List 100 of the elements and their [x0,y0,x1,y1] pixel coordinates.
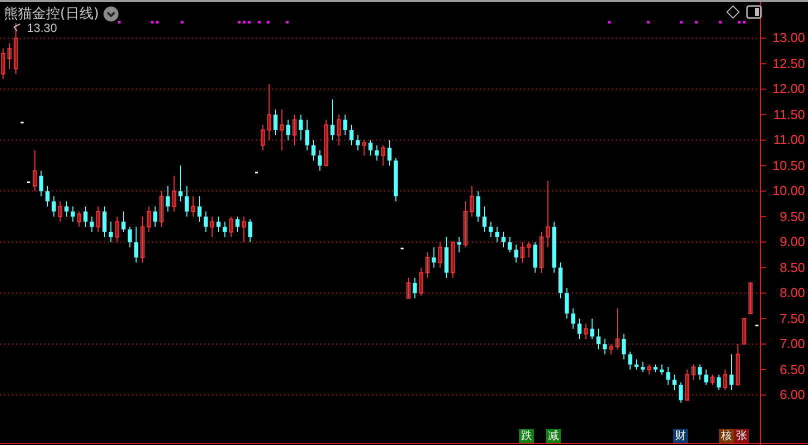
axis-price-label: 13.00 [771,31,805,46]
diamond-icon[interactable] [726,5,740,19]
candle [692,364,696,380]
axis-price-label: 8.50 [778,260,805,275]
candle [286,119,290,141]
axis-price-label: 9.50 [778,210,805,224]
candle [318,150,322,172]
candle [198,196,202,222]
candle [184,186,189,218]
panel-toggle-icon[interactable] [746,5,762,19]
candle [564,288,569,320]
candle [476,190,480,222]
dropdown-icon[interactable] [102,6,119,22]
candle [444,236,448,278]
candle [578,318,582,340]
candle [274,109,278,136]
candle [14,22,18,74]
candle [350,124,354,146]
candle [374,144,379,162]
candle [634,358,638,370]
axis-price-label: 10.00 [771,184,805,198]
candle [520,242,524,264]
candle [172,175,176,212]
candle [96,206,100,232]
candle [730,354,734,390]
candle [666,366,670,386]
candle [596,328,600,350]
candle [609,344,614,355]
candle [368,140,372,156]
candle [502,231,506,248]
candle [90,216,94,232]
candle [672,374,676,390]
candle [616,308,620,350]
candle [362,140,366,156]
candle [134,226,138,264]
candle [330,98,334,141]
candle [280,109,284,151]
candle [685,369,690,401]
candle [495,226,500,243]
chart-title: 熊猫金控(日线) [4,5,99,23]
candle [748,282,752,314]
candle [160,190,164,228]
candle [450,242,455,278]
candle [52,196,56,218]
candle [660,364,664,376]
candle [470,186,474,218]
axis-price-label: 7.50 [778,312,805,326]
candle [210,216,214,238]
event-badge[interactable]: 跌 [519,429,534,443]
candle [267,84,272,141]
candle [622,333,626,360]
event-badge[interactable]: 张 [734,429,749,443]
candle [229,216,234,238]
candle [457,236,462,253]
candle [343,114,348,136]
axis-price-label: 9.00 [778,235,805,250]
candle [312,140,316,162]
candle [39,170,44,197]
candle [140,216,144,264]
candle [115,216,120,243]
candle [292,114,296,146]
candle [146,206,151,232]
candle [723,369,728,390]
candle [406,277,410,299]
candle [698,364,702,380]
candle [178,165,182,202]
event-badge[interactable]: 财 [673,429,688,443]
candle [32,150,37,192]
candle [242,216,246,243]
candle [590,318,594,340]
candle [526,242,531,258]
candle [584,323,588,340]
candle [58,200,62,222]
candle [260,124,265,151]
candle [336,114,341,146]
candle [394,158,398,202]
candle [546,180,550,248]
candle [654,364,658,373]
candle [628,351,632,370]
candle [381,144,386,166]
candle [412,277,417,299]
axis-price-label: 12.00 [771,82,805,96]
axis-price-label: 11.50 [772,108,805,122]
candle [8,42,12,70]
axis-price-label: 11.00 [772,133,805,148]
candle [438,242,442,268]
candle [710,374,714,386]
axis-price-label: 6.00 [778,388,805,402]
candle [356,134,360,151]
candle [678,382,683,404]
event-badge[interactable]: 核 [719,429,734,443]
candle [488,221,493,238]
candle [248,218,252,243]
candle [102,206,106,238]
high-price-label: 13.30 [27,21,58,35]
candle [552,221,556,274]
event-badge[interactable]: 减 [546,429,561,443]
candle [742,318,746,345]
candle [571,308,576,330]
candle [191,196,196,218]
